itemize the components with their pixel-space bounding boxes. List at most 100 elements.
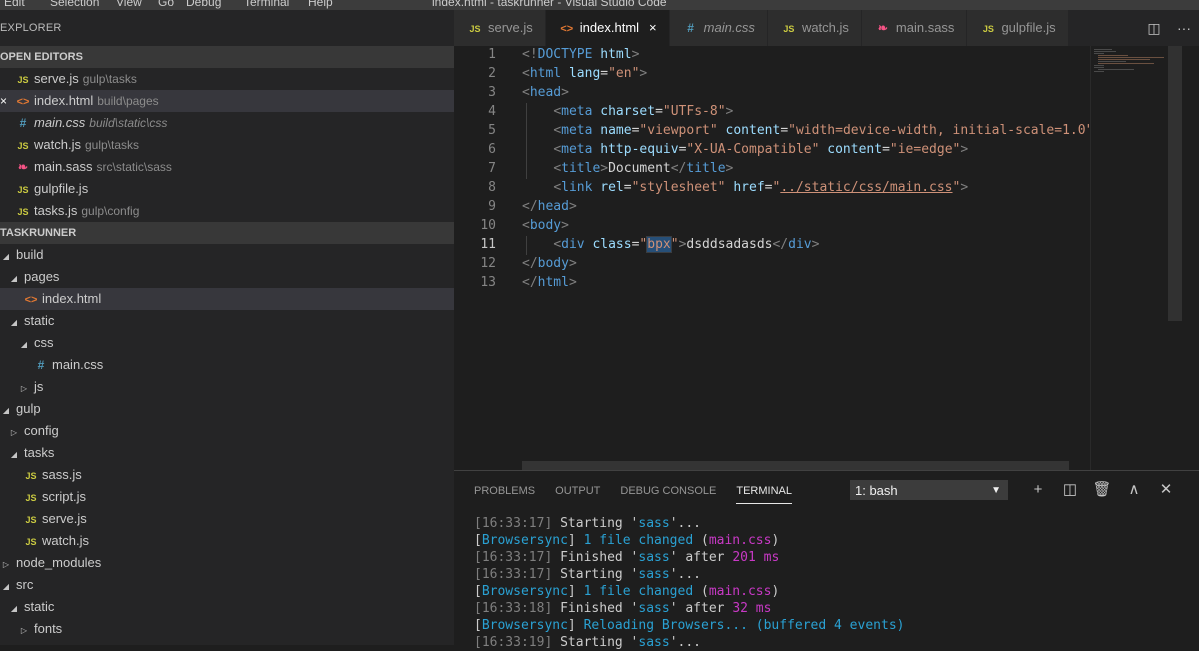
folder-item[interactable]: ◢ pages	[0, 266, 454, 288]
split-editor-icon[interactable]: ◫	[1139, 20, 1169, 37]
js-file-icon: JS	[17, 75, 29, 85]
tab-main-css[interactable]: # main.css	[669, 10, 768, 46]
code-line[interactable]: </html>	[522, 275, 577, 290]
split-terminal-icon[interactable]: ◫	[1054, 479, 1086, 501]
tab-problems[interactable]: PROBLEMS	[474, 483, 535, 503]
line-number: 12	[480, 256, 496, 271]
code-line[interactable]: <meta charset="UTFs-8">	[522, 104, 733, 119]
tab-output[interactable]: OUTPUT	[555, 483, 600, 503]
maximize-panel-icon[interactable]: ∧	[1118, 479, 1150, 501]
tab-terminal[interactable]: TERMINAL	[736, 483, 792, 504]
bottom-panel: PROBLEMS OUTPUT DEBUG CONSOLE TERMINAL 1: b…	[454, 470, 1199, 650]
folder-item[interactable]: ◢ css	[0, 332, 454, 354]
file-item[interactable]: JS serve.js	[0, 508, 454, 530]
folder-item[interactable]: ◢ build	[0, 244, 454, 266]
line-number: 3	[488, 85, 496, 100]
chevron-down-icon: ◢	[2, 406, 10, 415]
code-line[interactable]: <head>	[522, 85, 569, 100]
file-item[interactable]: JS script.js	[0, 486, 454, 508]
tab-index-html[interactable]: <> index.html ×	[545, 10, 670, 46]
folder-item[interactable]: ◢ gulp	[0, 398, 454, 420]
js-file-icon: JS	[469, 24, 481, 34]
js-file-icon: JS	[25, 515, 37, 525]
open-editor-item[interactable]: # main.css build\static\css	[0, 112, 454, 134]
code-line[interactable]: <!DOCTYPE html>	[522, 47, 639, 62]
js-file-icon: JS	[25, 493, 37, 503]
menu-terminal[interactable]: Terminal	[244, 0, 289, 9]
folder-item[interactable]: ▷ js	[0, 376, 454, 398]
file-path: gulp\config	[81, 204, 140, 218]
folder-item[interactable]: ▷ config	[0, 420, 454, 442]
file-item[interactable]: JS sass.js	[0, 464, 454, 486]
title-bar: Edit Selection View Go Debug Terminal He…	[0, 0, 1199, 10]
js-file-icon: JS	[17, 185, 29, 195]
open-editor-item[interactable]: JS tasks.js gulp\config	[0, 200, 454, 222]
menu-selection[interactable]: Selection	[50, 0, 99, 9]
chevron-down-icon: ◢	[20, 340, 28, 349]
file-item[interactable]: JS watch.js	[0, 530, 454, 552]
code-editor[interactable]: 1 <!DOCTYPE html> 2 <html lang="en"> 3 <head>…	[454, 46, 1090, 470]
folder-item[interactable]: ◢ src	[0, 574, 454, 596]
menu-view[interactable]: View	[116, 0, 142, 9]
item-label: build	[16, 247, 44, 262]
menu-go[interactable]: Go	[158, 0, 174, 9]
horizontal-scrollbar[interactable]	[522, 461, 1069, 470]
code-line[interactable]: <link rel="stylesheet" href="../static/c…	[522, 180, 968, 195]
sass-file-icon: ❧	[17, 160, 29, 174]
file-item[interactable]: <> index.html	[0, 288, 454, 310]
kill-terminal-icon[interactable]: 🗑	[1086, 479, 1118, 501]
code-line[interactable]: <meta name="viewport" content="width=dev…	[522, 123, 1090, 138]
close-icon[interactable]: ×	[0, 90, 10, 112]
item-label: pages	[24, 269, 60, 284]
js-file-icon: JS	[982, 24, 994, 34]
code-line[interactable]: <meta http-equiv="X-UA-Compatible" conte…	[522, 142, 968, 157]
close-icon[interactable]: ×	[649, 20, 657, 35]
menu-edit[interactable]: Edit	[4, 0, 25, 9]
open-editor-item[interactable]: JS serve.js gulp\tasks	[0, 68, 454, 90]
open-editor-item[interactable]: × <> index.html build\pages	[0, 90, 454, 112]
more-actions-icon[interactable]: ···	[1169, 20, 1199, 36]
code-line[interactable]: <html lang="en">	[522, 66, 647, 81]
open-editor-item[interactable]: JS gulpfile.js	[0, 178, 454, 200]
tab-main-sass[interactable]: ❧ main.sass	[861, 10, 968, 46]
terminal-select[interactable]: 1: bash ▼	[850, 480, 1008, 500]
chevron-down-icon: ◢	[10, 450, 18, 459]
file-item[interactable]: # main.css	[0, 354, 454, 376]
code-line[interactable]: </head>	[522, 199, 577, 214]
code-line[interactable]: </body>	[522, 256, 577, 271]
project-header[interactable]: TASKRUNNER	[0, 222, 454, 244]
item-label: script.js	[42, 489, 87, 504]
code-line[interactable]: <div class="bpx">dsddsadasds</div>	[522, 236, 819, 253]
terminal-output[interactable]: [16:33:17] Starting 'sass'... [Browsersyn…	[474, 515, 904, 651]
folder-item[interactable]: ▷ node_modules	[0, 552, 454, 574]
open-editors-header[interactable]: OPEN EDITORS	[0, 46, 454, 68]
tab-serve-js[interactable]: JS serve.js	[454, 10, 546, 46]
html-file-icon: <>	[560, 23, 574, 35]
vertical-scrollbar[interactable]	[1168, 46, 1182, 321]
minimap[interactable]	[1090, 46, 1169, 470]
tab-label: main.sass	[895, 20, 955, 35]
close-panel-icon[interactable]: ✕	[1150, 479, 1182, 501]
open-editor-item[interactable]: ❧ main.sass src\static\sass	[0, 156, 454, 178]
tab-watch-js[interactable]: JS watch.js	[767, 10, 862, 46]
line-number: 10	[480, 218, 496, 233]
tab-debug-console[interactable]: DEBUG CONSOLE	[620, 483, 716, 503]
css-file-icon: #	[19, 116, 27, 130]
item-label: gulp	[16, 401, 41, 416]
css-file-icon: #	[687, 21, 694, 35]
folder-item[interactable]: ◢ tasks	[0, 442, 454, 464]
new-terminal-icon[interactable]: +	[1022, 479, 1054, 501]
terminal-line: [16:33:17] Finished 'sass' after 201 ms	[474, 550, 780, 565]
file-name: watch.js	[34, 137, 81, 152]
open-editor-item[interactable]: JS watch.js gulp\tasks	[0, 134, 454, 156]
menu-debug[interactable]: Debug	[186, 0, 221, 9]
menu-help[interactable]: Help	[308, 0, 333, 9]
tab-gulpfile-js[interactable]: JS gulpfile.js	[967, 10, 1069, 46]
folder-item[interactable]: ▷ fonts	[0, 618, 454, 640]
js-file-icon: JS	[17, 207, 29, 217]
code-line[interactable]: <body>	[522, 218, 569, 233]
folder-item[interactable]: ◢ static	[0, 596, 454, 618]
folder-item[interactable]: ◢ static	[0, 310, 454, 332]
code-line[interactable]: <title>Document</title>	[522, 161, 733, 176]
js-file-icon: JS	[25, 537, 37, 547]
